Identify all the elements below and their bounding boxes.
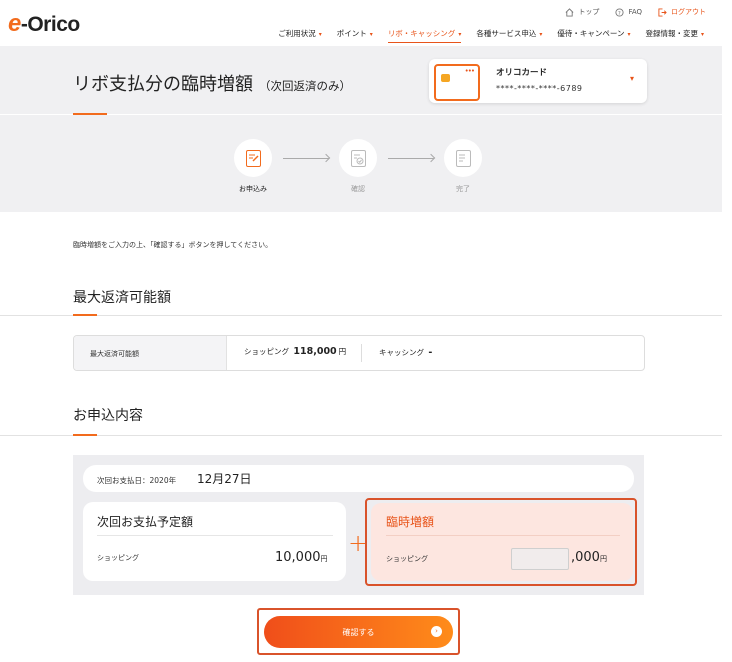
nav-points[interactable]: ポイント ▾ xyxy=(337,28,373,43)
arrow-circle-icon: › xyxy=(431,626,442,637)
eorico-logo[interactable]: e-Orico xyxy=(8,10,80,38)
step-complete xyxy=(444,139,482,177)
nav-registration[interactable]: 登録情報・変更 ▾ xyxy=(645,28,704,43)
chevron-down-icon: ▾ xyxy=(627,31,631,38)
step-apply xyxy=(234,139,272,177)
logout-icon xyxy=(658,7,667,17)
increase-title: 臨時増額 xyxy=(386,515,435,529)
document-check-icon xyxy=(350,149,366,167)
increase-suffix: ,000円 xyxy=(571,550,607,565)
chevron-down-icon: ▾ xyxy=(369,31,373,38)
nav-benefits[interactable]: 優待・キャンペーン ▾ xyxy=(557,28,630,43)
instruction-text: 臨時増額をご入力の上、「確認する」ボタンを押してください。 xyxy=(73,241,273,249)
section-underline xyxy=(73,314,97,316)
step-confirm xyxy=(339,139,377,177)
top-link-logout[interactable]: ログアウト xyxy=(658,7,706,17)
panel-divider xyxy=(97,535,333,536)
scheduled-amount: 10,000円 xyxy=(275,550,328,565)
step-complete-label: 完了 xyxy=(456,185,470,193)
card-name: オリコカード xyxy=(496,68,548,78)
section-divider xyxy=(0,315,722,316)
step-confirm-label: 確認 xyxy=(351,185,365,193)
card-number: ****-****-****-6789 xyxy=(496,84,583,93)
question-icon: ? xyxy=(615,7,624,16)
svg-text:?: ? xyxy=(618,10,621,16)
max-cashing-value: キャッシング - xyxy=(379,347,433,358)
section-divider xyxy=(0,435,722,436)
apply-section-heading: お申込内容 xyxy=(73,408,143,424)
credit-card-icon: ••• xyxy=(434,64,480,101)
form-edit-icon xyxy=(245,149,261,167)
nav-usage[interactable]: ご利用状況 ▾ xyxy=(278,28,322,43)
scheduled-title: 次回お支払予定額 xyxy=(97,515,194,529)
scheduled-row-label: ショッピング xyxy=(97,554,139,562)
chevron-down-icon: ▾ xyxy=(539,31,543,38)
max-section-heading: 最大返済可能額 xyxy=(73,290,171,306)
section-underline xyxy=(73,434,97,436)
nav-services[interactable]: 各種サービス申込 ▾ xyxy=(476,28,542,43)
card-chip xyxy=(441,74,450,82)
payment-date-bar: 次回お支払日：2020年 12月27日 xyxy=(83,465,634,492)
top-link-faq[interactable]: ? FAQ xyxy=(615,7,642,17)
chevron-down-icon: ▾ xyxy=(458,31,462,38)
max-amount-label-cell: 最大返済可能額 xyxy=(74,336,227,370)
chevron-down-icon[interactable]: ▾ xyxy=(630,74,634,83)
increase-amount-input[interactable] xyxy=(511,548,569,570)
increase-row-label: ショッピング xyxy=(386,555,428,563)
chevron-down-icon: ▾ xyxy=(318,31,322,38)
top-links: トップ ? FAQ ログアウト xyxy=(565,7,706,17)
top-link-home[interactable]: トップ xyxy=(565,7,599,17)
divider xyxy=(361,344,362,362)
panel-divider xyxy=(386,535,620,536)
page-title: リボ支払分の臨時増額 （次回返済のみ） xyxy=(73,74,351,95)
home-icon xyxy=(566,7,574,17)
max-shopping-value: ショッピング 118,000 円 xyxy=(244,346,347,357)
document-icon xyxy=(455,149,471,167)
step-apply-label: お申込み xyxy=(239,185,267,193)
chevron-down-icon: ▾ xyxy=(700,31,704,38)
main-nav: ご利用状況 ▾ ポイント ▾ リボ・キャッシング ▾ 各種サービス申込 ▾ 優待・キャン… xyxy=(278,28,704,43)
confirm-button[interactable]: 確認する › xyxy=(264,616,453,648)
nav-revolving-cashing[interactable]: リボ・キャッシング ▾ xyxy=(387,28,462,43)
